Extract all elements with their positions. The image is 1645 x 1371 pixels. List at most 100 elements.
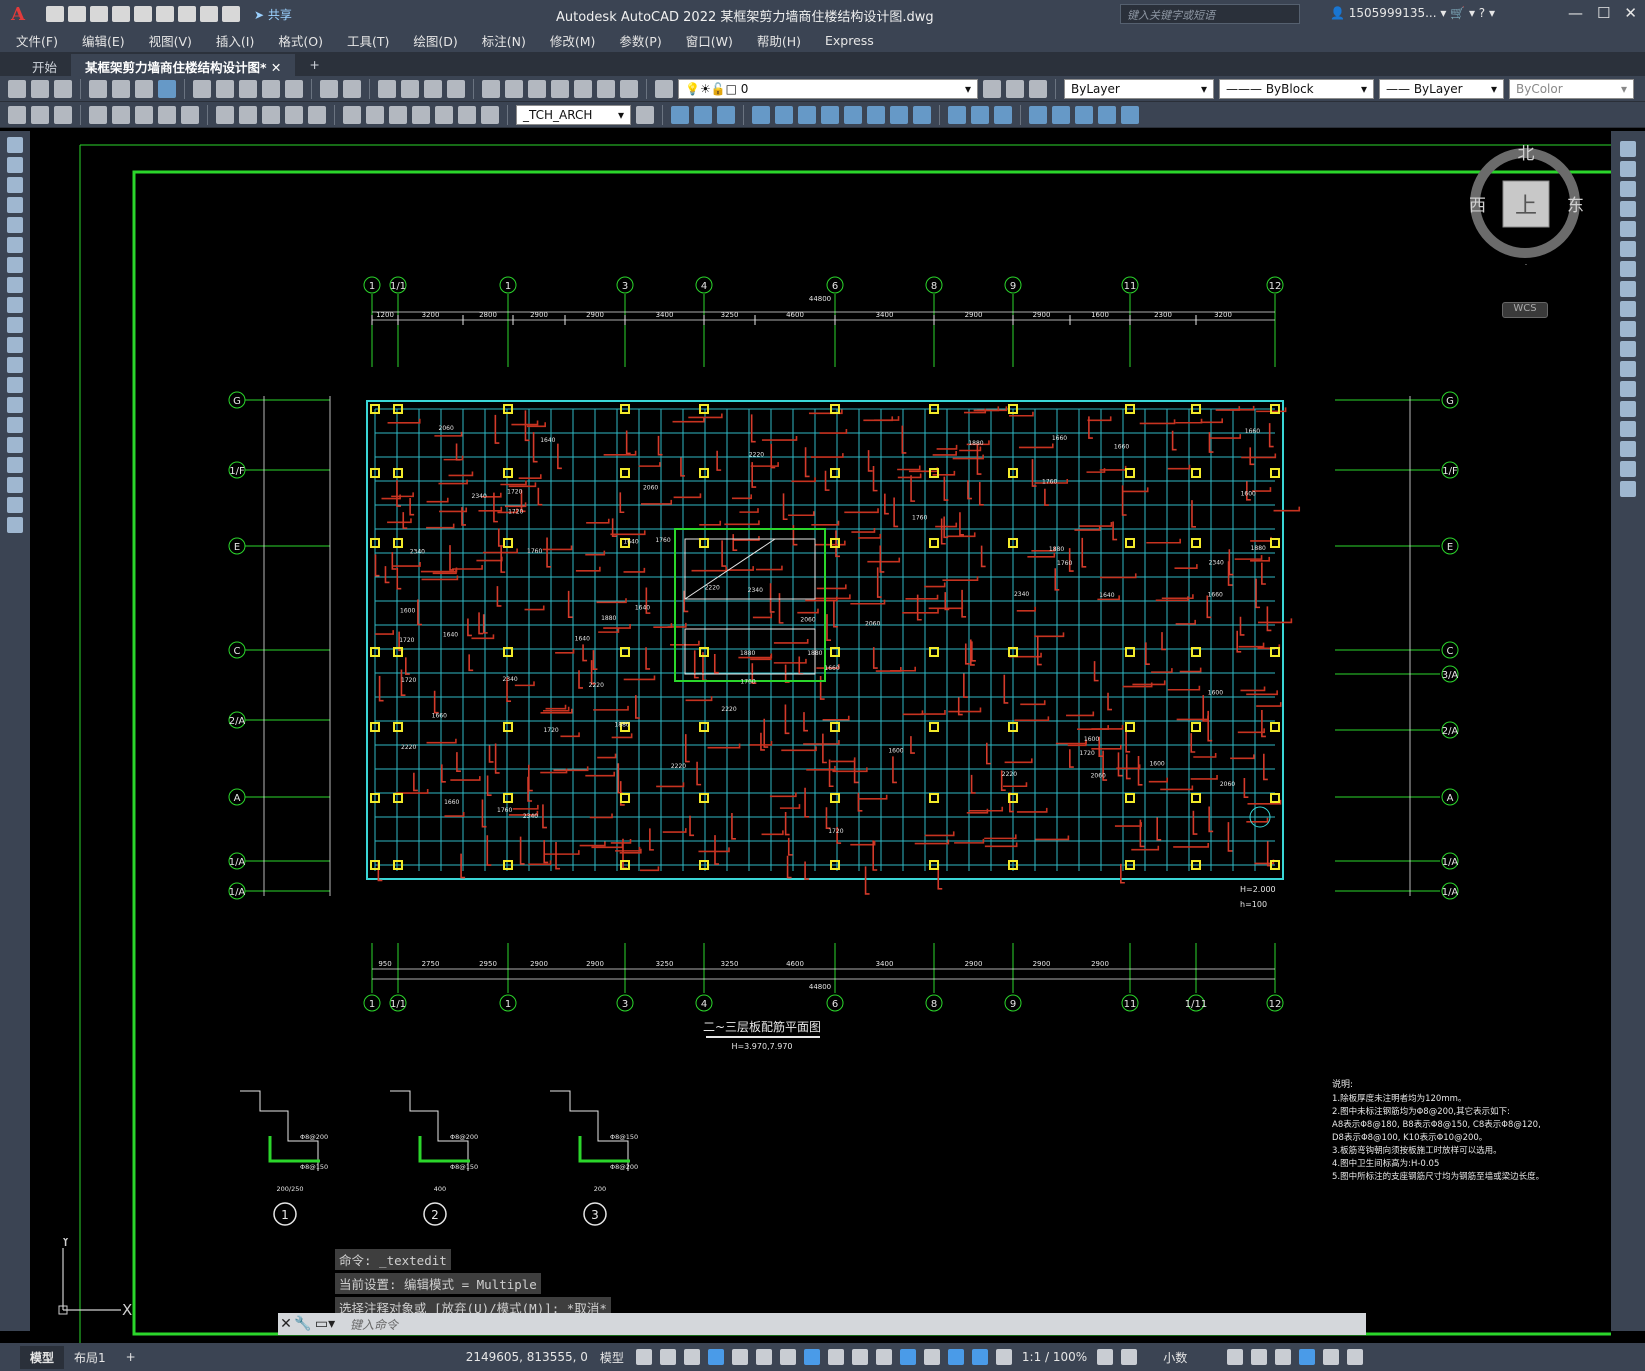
markup-icon[interactable] (574, 79, 592, 98)
region-icon[interactable] (7, 457, 23, 473)
mirror-icon[interactable] (1620, 181, 1636, 197)
autocad-logo[interactable]: A (0, 0, 36, 28)
open-icon[interactable] (68, 6, 86, 22)
tolerance-icon[interactable] (343, 105, 361, 124)
cut-icon[interactable] (193, 79, 211, 98)
isolate-objects-icon[interactable] (1275, 1349, 1292, 1365)
break-at-point-icon[interactable] (1620, 361, 1636, 377)
spline-icon[interactable] (7, 297, 23, 313)
ellipse-arc-icon[interactable] (7, 337, 23, 353)
view-left-icon[interactable] (717, 105, 735, 124)
menu-item[interactable]: 编辑(E) (82, 31, 125, 50)
save-icon[interactable] (90, 6, 108, 22)
menu-item[interactable]: 标注(N) (482, 31, 526, 50)
tab-close-icon[interactable]: ✕ (271, 60, 281, 75)
ordinate-dim-icon[interactable] (89, 105, 107, 124)
tool-palettes-icon[interactable] (528, 79, 546, 98)
preview-icon[interactable] (112, 79, 130, 98)
render-icon[interactable] (971, 105, 989, 124)
help-icon[interactable] (620, 79, 638, 98)
layer-states-icon[interactable] (1029, 79, 1047, 98)
fillet-icon[interactable] (1620, 441, 1636, 457)
drawing-canvas[interactable]: 1 1/1 1 3 4 6 8 9 11 12 44800 1200 3200 2800 2900 2900 3… (30, 131, 1611, 1343)
circle-icon[interactable] (7, 257, 23, 273)
continuous-orbit-icon[interactable] (798, 105, 816, 124)
customize-icon[interactable] (1347, 1349, 1364, 1365)
lock-ui-icon[interactable] (1251, 1349, 1268, 1365)
3d-osnap-icon[interactable] (899, 1349, 916, 1365)
continue-dim-icon[interactable] (262, 105, 280, 124)
dim-edit-icon[interactable] (435, 105, 453, 124)
make-current-icon[interactable] (983, 79, 1001, 98)
dim-text-edit-icon[interactable] (458, 105, 476, 124)
plus-icon[interactable] (1121, 1349, 1138, 1365)
menu-item[interactable]: Express (825, 33, 874, 48)
quick-properties-icon[interactable] (1227, 1349, 1244, 1365)
snap-icon[interactable] (659, 1349, 676, 1365)
menu-item[interactable]: 文件(F) (16, 31, 58, 50)
object-tracking-icon[interactable] (779, 1349, 796, 1365)
hardware-accel-icon[interactable] (1299, 1349, 1316, 1365)
menu-item[interactable]: 绘图(D) (413, 31, 457, 50)
undo-icon[interactable] (200, 6, 218, 22)
tab-drawing[interactable]: 某框架剪力墙商住楼结构设计图* ✕ (71, 54, 296, 76)
polar-icon[interactable] (731, 1349, 748, 1365)
flatshot-icon[interactable] (913, 105, 931, 124)
arc-length-icon[interactable] (54, 105, 72, 124)
angular-dim-icon[interactable] (181, 105, 199, 124)
floor-plan-drawing[interactable]: 1 1/1 1 3 4 6 8 9 11 12448001200 3200 2800 2900 2900 3… (30, 131, 1611, 1343)
properties-icon[interactable] (482, 79, 500, 98)
array-icon[interactable] (1620, 221, 1636, 237)
ucs-face-icon[interactable] (1098, 105, 1116, 124)
blend-icon[interactable] (1620, 461, 1636, 477)
multiline-text-icon[interactable] (7, 497, 23, 513)
clean-screen-icon[interactable] (1323, 1349, 1340, 1365)
3d-dwf-icon[interactable] (158, 79, 176, 98)
redo-icon[interactable] (343, 79, 361, 98)
make-block-icon[interactable] (7, 377, 23, 393)
grid-icon[interactable] (635, 1349, 652, 1365)
match-prop-icon[interactable] (262, 79, 280, 98)
textstyle-dropdown[interactable]: _TCH_ARCH ▾ (516, 104, 631, 125)
minimize-icon[interactable]: — (1568, 4, 1583, 22)
design-center-icon[interactable] (505, 79, 523, 98)
extend-icon[interactable] (1620, 341, 1636, 357)
pan-icon[interactable] (378, 79, 396, 98)
copy-icon[interactable] (216, 79, 234, 98)
save-web-icon[interactable] (156, 6, 174, 22)
insert-block-icon[interactable] (7, 357, 23, 373)
publish-icon[interactable] (135, 79, 153, 98)
user-account[interactable]: 👤 1505999135... ▾ 🛒 ▾ ? ▾ (1330, 6, 1495, 20)
new-tab-button[interactable]: + (295, 54, 333, 76)
radius-dim-icon[interactable] (112, 105, 130, 124)
view-front-icon[interactable] (671, 105, 689, 124)
undo-icon[interactable] (320, 79, 338, 98)
compass-south[interactable]: 南 (1518, 264, 1535, 284)
new-icon[interactable] (46, 6, 64, 22)
center-mark-icon[interactable] (366, 105, 384, 124)
ucs-world-icon[interactable] (1052, 105, 1070, 124)
jogged-linear-icon[interactable] (412, 105, 430, 124)
layer-previous-icon[interactable] (1006, 79, 1024, 98)
gradient-icon[interactable] (7, 437, 23, 453)
color-dropdown[interactable]: ByLayer ▾ (1064, 78, 1214, 99)
wcs-menu[interactable]: WCS (1502, 302, 1548, 318)
menu-item[interactable]: 插入(I) (216, 31, 254, 50)
quick-dim-icon[interactable] (216, 105, 234, 124)
dim-style-icon[interactable] (636, 105, 654, 124)
layer-properties-icon[interactable] (655, 79, 673, 98)
break-icon[interactable] (1620, 381, 1636, 397)
rectangle-icon[interactable] (7, 217, 23, 233)
camera-icon[interactable] (821, 105, 839, 124)
maximize-icon[interactable]: ☐ (1597, 4, 1610, 22)
zoom-previous-icon[interactable] (447, 79, 465, 98)
menu-item[interactable]: 格式(O) (278, 31, 323, 50)
join-icon[interactable] (1620, 401, 1636, 417)
save-as-icon[interactable] (112, 6, 130, 22)
plot-icon[interactable] (178, 6, 196, 22)
explode-icon[interactable] (1620, 481, 1636, 497)
scale-icon[interactable] (1620, 281, 1636, 297)
paste-icon[interactable] (239, 79, 257, 98)
tab-layout1[interactable]: 布局1 (64, 1346, 116, 1369)
offset-icon[interactable] (1620, 201, 1636, 217)
